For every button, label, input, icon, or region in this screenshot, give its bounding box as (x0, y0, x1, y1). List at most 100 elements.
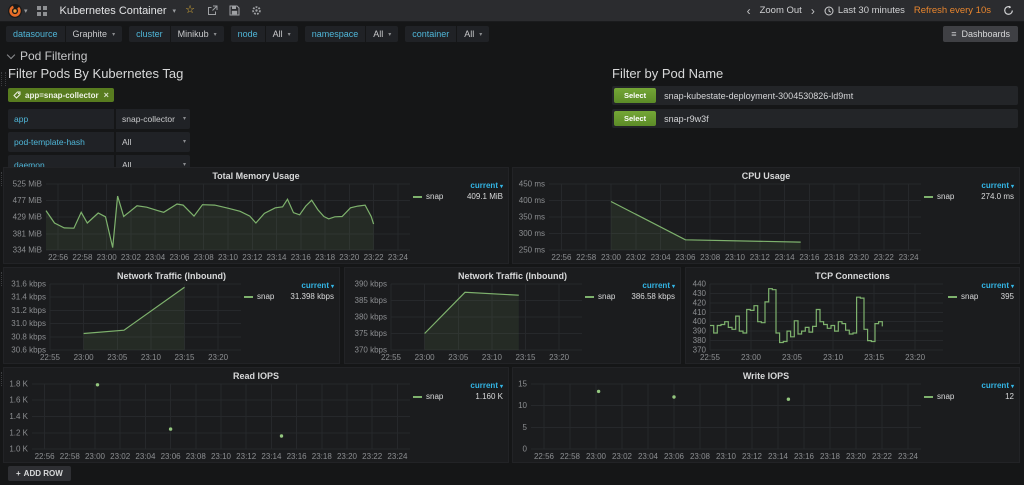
svg-text:440: 440 (693, 280, 707, 289)
filter-key-link[interactable]: app (8, 109, 114, 129)
refresh-button[interactable] (1000, 3, 1016, 19)
caret-down-icon: ▾ (672, 284, 675, 290)
svg-text:23:15: 23:15 (515, 353, 536, 362)
var-value-text: All (273, 29, 283, 39)
settings-button[interactable] (248, 3, 264, 19)
caret-down-icon: ▾ (183, 138, 186, 145)
filter-value-dropdown[interactable]: All ▾ (116, 132, 190, 152)
dashboards-button[interactable]: ≡ Dashboards (943, 26, 1018, 42)
template-var-cluster: cluster Minikub▾ (129, 26, 224, 42)
svg-text:31.6 kbps: 31.6 kbps (11, 280, 46, 289)
svg-text:370 kbps: 370 kbps (355, 346, 387, 355)
legend-series-row[interactable]: snap274.0 ms (924, 192, 1014, 201)
zoom-out-button[interactable]: Zoom Out (760, 5, 802, 16)
filter-row-app: app snap-collector▾ (8, 109, 578, 129)
var-datasource-dropdown[interactable]: Graphite▾ (66, 26, 123, 42)
chart-plot-area[interactable]: 22:5523:0023:0523:1023:1523:203703803904… (688, 280, 949, 362)
svg-text:350 ms: 350 ms (519, 213, 545, 222)
caret-down-icon[interactable]: ▾ (173, 7, 177, 15)
share-button[interactable] (204, 3, 220, 19)
legend-current-header[interactable]: current▾ (924, 381, 1014, 390)
select-button[interactable]: Select (614, 111, 656, 126)
time-range-picker[interactable]: Last 30 minutes (824, 5, 905, 16)
svg-text:22:58: 22:58 (576, 253, 597, 262)
var-node-dropdown[interactable]: All▾ (266, 26, 298, 42)
svg-text:23:08: 23:08 (186, 452, 207, 461)
save-button[interactable] (226, 3, 242, 19)
svg-text:23:20: 23:20 (208, 353, 229, 362)
chart-plot-area[interactable]: 22:5523:0023:0523:1023:1523:20370 kbps37… (347, 280, 588, 362)
row-drag-handle[interactable] (1, 72, 6, 86)
apps-grid-icon[interactable] (34, 3, 50, 19)
tag-chip[interactable]: app=snap-collector × (8, 88, 114, 102)
legend: current▾ snap386.58 kbps (585, 281, 675, 301)
legend-current-header[interactable]: current▾ (413, 181, 503, 190)
chart-plot-area[interactable]: 22:5622:5823:0023:0223:0423:0623:0823:10… (515, 180, 927, 262)
svg-text:23:12: 23:12 (742, 452, 763, 461)
time-shift-right-button[interactable]: › (811, 5, 815, 17)
filter-value-dropdown[interactable]: snap-collector▾ (116, 109, 190, 129)
chart-plot-area[interactable]: 22:5523:0023:0523:1023:1523:2030.6 kbps3… (6, 280, 247, 362)
legend-series-row[interactable]: snap 395 (948, 292, 1014, 301)
series-name: snap (257, 292, 274, 301)
filter-value-text: snap-collector (122, 114, 175, 124)
svg-text:31.2 kbps: 31.2 kbps (11, 306, 46, 315)
series-name: snap (961, 292, 978, 301)
svg-text:23:22: 23:22 (362, 452, 383, 461)
legend-series-row[interactable]: snap31.398 kbps (244, 292, 334, 301)
pod-row: Select snap-r9w3f (612, 109, 1018, 128)
row-title-pod-filtering[interactable]: Pod Filtering (8, 49, 87, 63)
close-icon[interactable]: × (104, 90, 109, 100)
pod-row: Select snap-kubestate-deployment-3004530… (612, 86, 1018, 105)
chart-plot-area[interactable]: 22:5622:5823:0023:0223:0423:0623:0823:10… (6, 380, 416, 461)
svg-text:23:00: 23:00 (415, 353, 436, 362)
svg-text:0: 0 (523, 445, 528, 454)
grafana-logo[interactable]: ▾ (8, 4, 28, 18)
legend-series-row[interactable]: snap386.58 kbps (585, 292, 675, 301)
legend-current-header[interactable]: current▾ (948, 281, 1014, 290)
var-container-dropdown[interactable]: All▾ (457, 26, 489, 42)
svg-text:380 kbps: 380 kbps (355, 313, 387, 322)
series-current-value: 274.0 ms (981, 192, 1014, 201)
legend-series-row[interactable]: snap409.1 MiB (413, 192, 503, 201)
legend-current-header[interactable]: current▾ (924, 181, 1014, 190)
chart-plot-area[interactable]: 22:5622:5823:0023:0223:0423:0623:0823:10… (6, 180, 416, 262)
svg-text:23:16: 23:16 (287, 452, 308, 461)
select-button[interactable]: Select (614, 88, 656, 103)
series-color-dash (948, 296, 957, 298)
svg-text:23:22: 23:22 (874, 253, 895, 262)
dashboard-title[interactable]: Kubernetes Container (60, 5, 167, 17)
var-cluster-dropdown[interactable]: Minikub▾ (171, 26, 224, 42)
legend: current▾ snap409.1 MiB (413, 181, 503, 201)
legend-current-header[interactable]: current▾ (413, 381, 503, 390)
panel-total-memory-usage: Total Memory Usage current▾ snap409.1 Mi… (3, 167, 509, 264)
add-row-button[interactable]: + ADD ROW (8, 466, 71, 481)
plus-icon: + (16, 469, 21, 478)
filter-key-link[interactable]: pod-template-hash (8, 132, 114, 152)
svg-text:429 MiB: 429 MiB (13, 213, 42, 222)
caret-down-icon: ▾ (1011, 184, 1014, 190)
chart-plot-area[interactable]: 22:5622:5823:0023:0223:0423:0623:0823:10… (515, 380, 927, 461)
filter-value-text: All (122, 137, 131, 147)
panel-cpu-usage: CPU Usage current▾ snap274.0 ms 22:5622:… (512, 167, 1020, 264)
legend-current-header[interactable]: current▾ (585, 281, 675, 290)
svg-text:23:04: 23:04 (651, 253, 672, 262)
svg-text:23:00: 23:00 (586, 452, 607, 461)
navbar-left: ▾ Kubernetes Container ▾ ☆ (8, 3, 264, 19)
legend-series-row[interactable]: snap12 (924, 392, 1014, 401)
refresh-interval-button[interactable]: Refresh every 10s (914, 5, 991, 16)
caret-down-icon: ▾ (112, 31, 115, 38)
svg-text:31.0 kbps: 31.0 kbps (11, 319, 46, 328)
svg-text:10: 10 (518, 401, 527, 410)
legend-current-header[interactable]: current▾ (244, 281, 334, 290)
svg-text:380: 380 (693, 336, 707, 345)
star-button[interactable]: ☆ (182, 3, 198, 19)
svg-text:23:02: 23:02 (612, 452, 633, 461)
var-namespace-dropdown[interactable]: All▾ (366, 26, 398, 42)
svg-text:22:56: 22:56 (48, 253, 69, 262)
template-var-namespace: namespace All▾ (305, 26, 399, 42)
series-current-value: 395 (1001, 292, 1014, 301)
svg-text:1.4 K: 1.4 K (9, 412, 28, 421)
time-shift-left-button[interactable]: ‹ (747, 5, 751, 17)
legend-series-row[interactable]: snap1.160 K (413, 392, 503, 401)
